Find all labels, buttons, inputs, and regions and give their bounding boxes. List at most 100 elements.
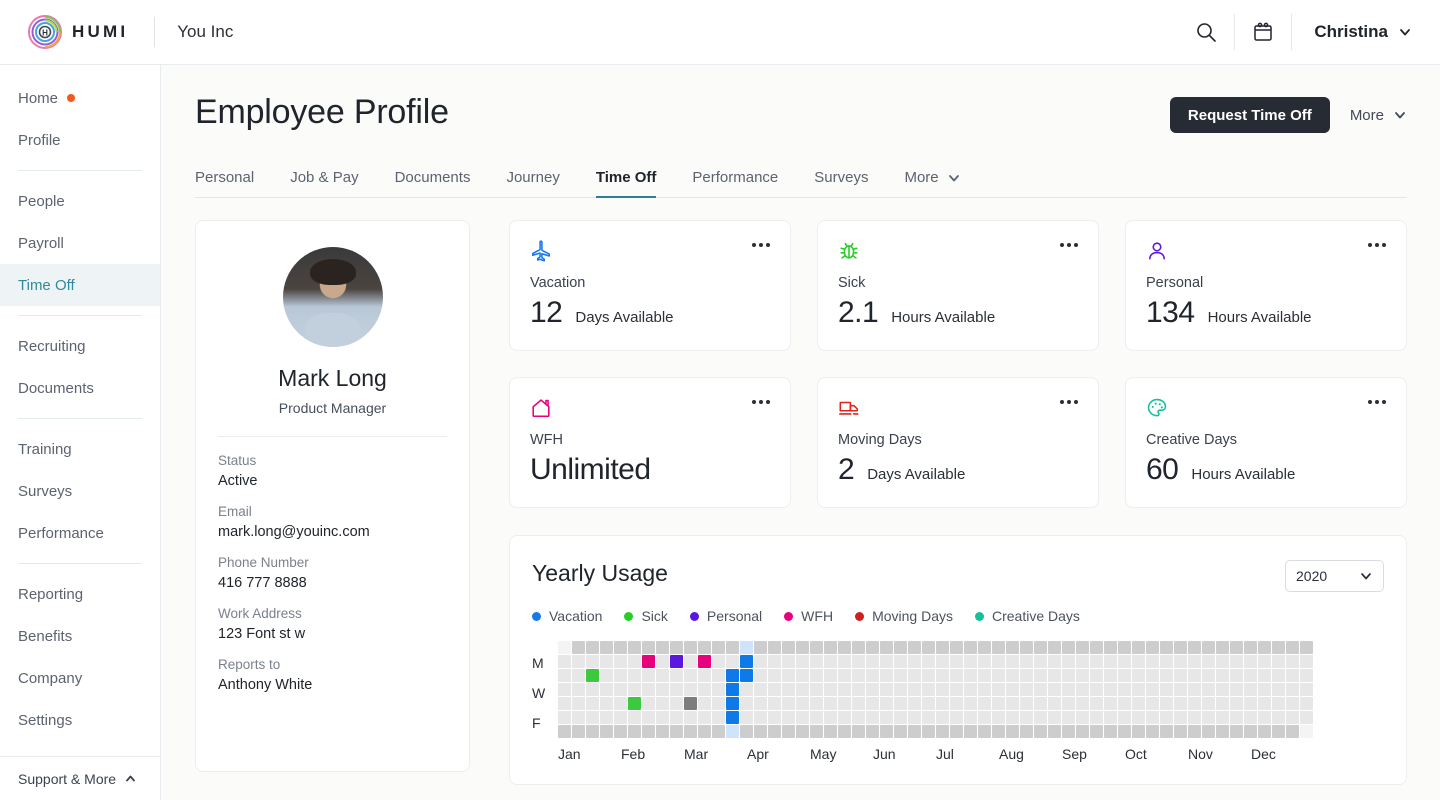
heatmap-cell[interactable] <box>1272 641 1285 654</box>
heatmap-cell[interactable] <box>1062 683 1075 696</box>
heatmap-cell[interactable] <box>1258 725 1271 738</box>
heatmap-cell[interactable] <box>1258 641 1271 654</box>
sidebar-item-surveys[interactable]: Surveys <box>0 470 160 512</box>
heatmap-cell[interactable] <box>1062 669 1075 682</box>
card-options-button-vacation[interactable] <box>748 239 774 251</box>
heatmap-cell[interactable] <box>1160 683 1173 696</box>
heatmap-cell[interactable] <box>726 725 739 738</box>
heatmap-cell[interactable] <box>572 697 585 710</box>
heatmap-cell[interactable] <box>866 683 879 696</box>
heatmap-cell[interactable] <box>1062 655 1075 668</box>
heatmap-cell[interactable] <box>880 725 893 738</box>
heatmap-cell[interactable] <box>1006 655 1019 668</box>
heatmap-cell[interactable] <box>1048 725 1061 738</box>
heatmap-cell[interactable] <box>642 669 655 682</box>
sidebar-item-recruiting[interactable]: Recruiting <box>0 325 160 367</box>
heatmap-cell[interactable] <box>1146 683 1159 696</box>
heatmap-cell[interactable] <box>810 711 823 724</box>
heatmap-cell[interactable] <box>782 697 795 710</box>
heatmap-cell[interactable] <box>992 711 1005 724</box>
heatmap-cell[interactable] <box>656 669 669 682</box>
tab-time-off[interactable]: Time Off <box>596 169 657 197</box>
heatmap-cell[interactable] <box>1076 641 1089 654</box>
heatmap-cell[interactable] <box>1216 711 1229 724</box>
heatmap-cell[interactable] <box>642 697 655 710</box>
heatmap-cell[interactable] <box>936 725 949 738</box>
heatmap-cell[interactable] <box>614 725 627 738</box>
heatmap-cell[interactable] <box>880 655 893 668</box>
heatmap-cell[interactable] <box>628 641 641 654</box>
heatmap-cell[interactable] <box>586 711 599 724</box>
heatmap-cell[interactable] <box>712 683 725 696</box>
heatmap-cell[interactable] <box>810 725 823 738</box>
heatmap-cell[interactable] <box>670 697 683 710</box>
heatmap-cell[interactable] <box>684 655 697 668</box>
heatmap-cell[interactable] <box>950 725 963 738</box>
heatmap-cell[interactable] <box>600 655 613 668</box>
heatmap-cell[interactable] <box>642 711 655 724</box>
heatmap-cell[interactable] <box>1076 725 1089 738</box>
heatmap-cell[interactable] <box>852 669 865 682</box>
heatmap-cell[interactable] <box>950 641 963 654</box>
heatmap-cell[interactable] <box>964 655 977 668</box>
heatmap-cell[interactable] <box>1104 655 1117 668</box>
heatmap-cell[interactable] <box>978 711 991 724</box>
sidebar-item-payroll[interactable]: Payroll <box>0 222 160 264</box>
sidebar-item-reporting[interactable]: Reporting <box>0 573 160 615</box>
heatmap-cell[interactable] <box>1230 669 1243 682</box>
heatmap-cell[interactable] <box>978 655 991 668</box>
heatmap-cell[interactable] <box>586 725 599 738</box>
heatmap-cell[interactable] <box>894 725 907 738</box>
heatmap-cell[interactable] <box>964 725 977 738</box>
heatmap-cell[interactable] <box>1258 697 1271 710</box>
heatmap-cell[interactable] <box>600 697 613 710</box>
heatmap-cell[interactable] <box>754 697 767 710</box>
heatmap-cell[interactable] <box>1104 711 1117 724</box>
heatmap-cell[interactable] <box>1174 725 1187 738</box>
heatmap-cell[interactable] <box>824 725 837 738</box>
year-select[interactable]: 2020 <box>1285 560 1384 592</box>
heatmap-cell[interactable] <box>1300 711 1313 724</box>
heatmap-cell[interactable] <box>1174 697 1187 710</box>
heatmap-cell[interactable] <box>572 711 585 724</box>
heatmap-cell[interactable] <box>1076 697 1089 710</box>
heatmap-cell[interactable] <box>796 697 809 710</box>
heatmap-cell[interactable] <box>768 641 781 654</box>
heatmap-cell[interactable] <box>712 655 725 668</box>
heatmap-cell[interactable] <box>642 655 655 668</box>
heatmap-cell[interactable] <box>796 655 809 668</box>
heatmap-cell[interactable] <box>754 711 767 724</box>
heatmap-cell[interactable] <box>922 655 935 668</box>
heatmap-cell[interactable] <box>1020 669 1033 682</box>
heatmap-cell[interactable] <box>768 683 781 696</box>
heatmap-cell[interactable] <box>1286 641 1299 654</box>
heatmap-cell[interactable] <box>1048 697 1061 710</box>
heatmap-cell[interactable] <box>1104 669 1117 682</box>
heatmap-cell[interactable] <box>852 655 865 668</box>
heatmap-cell[interactable] <box>1034 655 1047 668</box>
heatmap-cell[interactable] <box>866 725 879 738</box>
heatmap-cell[interactable] <box>572 655 585 668</box>
heatmap-cell[interactable] <box>670 683 683 696</box>
heatmap-cell[interactable] <box>1132 683 1145 696</box>
heatmap-cell[interactable] <box>866 655 879 668</box>
heatmap-cell[interactable] <box>1048 669 1061 682</box>
heatmap-cell[interactable] <box>698 683 711 696</box>
heatmap-cell[interactable] <box>1048 683 1061 696</box>
heatmap-cell[interactable] <box>1272 669 1285 682</box>
tab-documents[interactable]: Documents <box>395 169 471 197</box>
heatmap-cell[interactable] <box>1272 697 1285 710</box>
heatmap-cell[interactable] <box>1104 725 1117 738</box>
heatmap-cell[interactable] <box>600 683 613 696</box>
heatmap-cell[interactable] <box>600 711 613 724</box>
heatmap-cell[interactable] <box>824 669 837 682</box>
heatmap-cell[interactable] <box>558 669 571 682</box>
heatmap-cell[interactable] <box>1020 655 1033 668</box>
heatmap-cell[interactable] <box>1244 697 1257 710</box>
heatmap-cell[interactable] <box>1174 711 1187 724</box>
heatmap-cell[interactable] <box>726 697 739 710</box>
heatmap-cell[interactable] <box>1034 711 1047 724</box>
heatmap-cell[interactable] <box>1244 683 1257 696</box>
heatmap-cell[interactable] <box>586 655 599 668</box>
heatmap-cell[interactable] <box>1132 669 1145 682</box>
